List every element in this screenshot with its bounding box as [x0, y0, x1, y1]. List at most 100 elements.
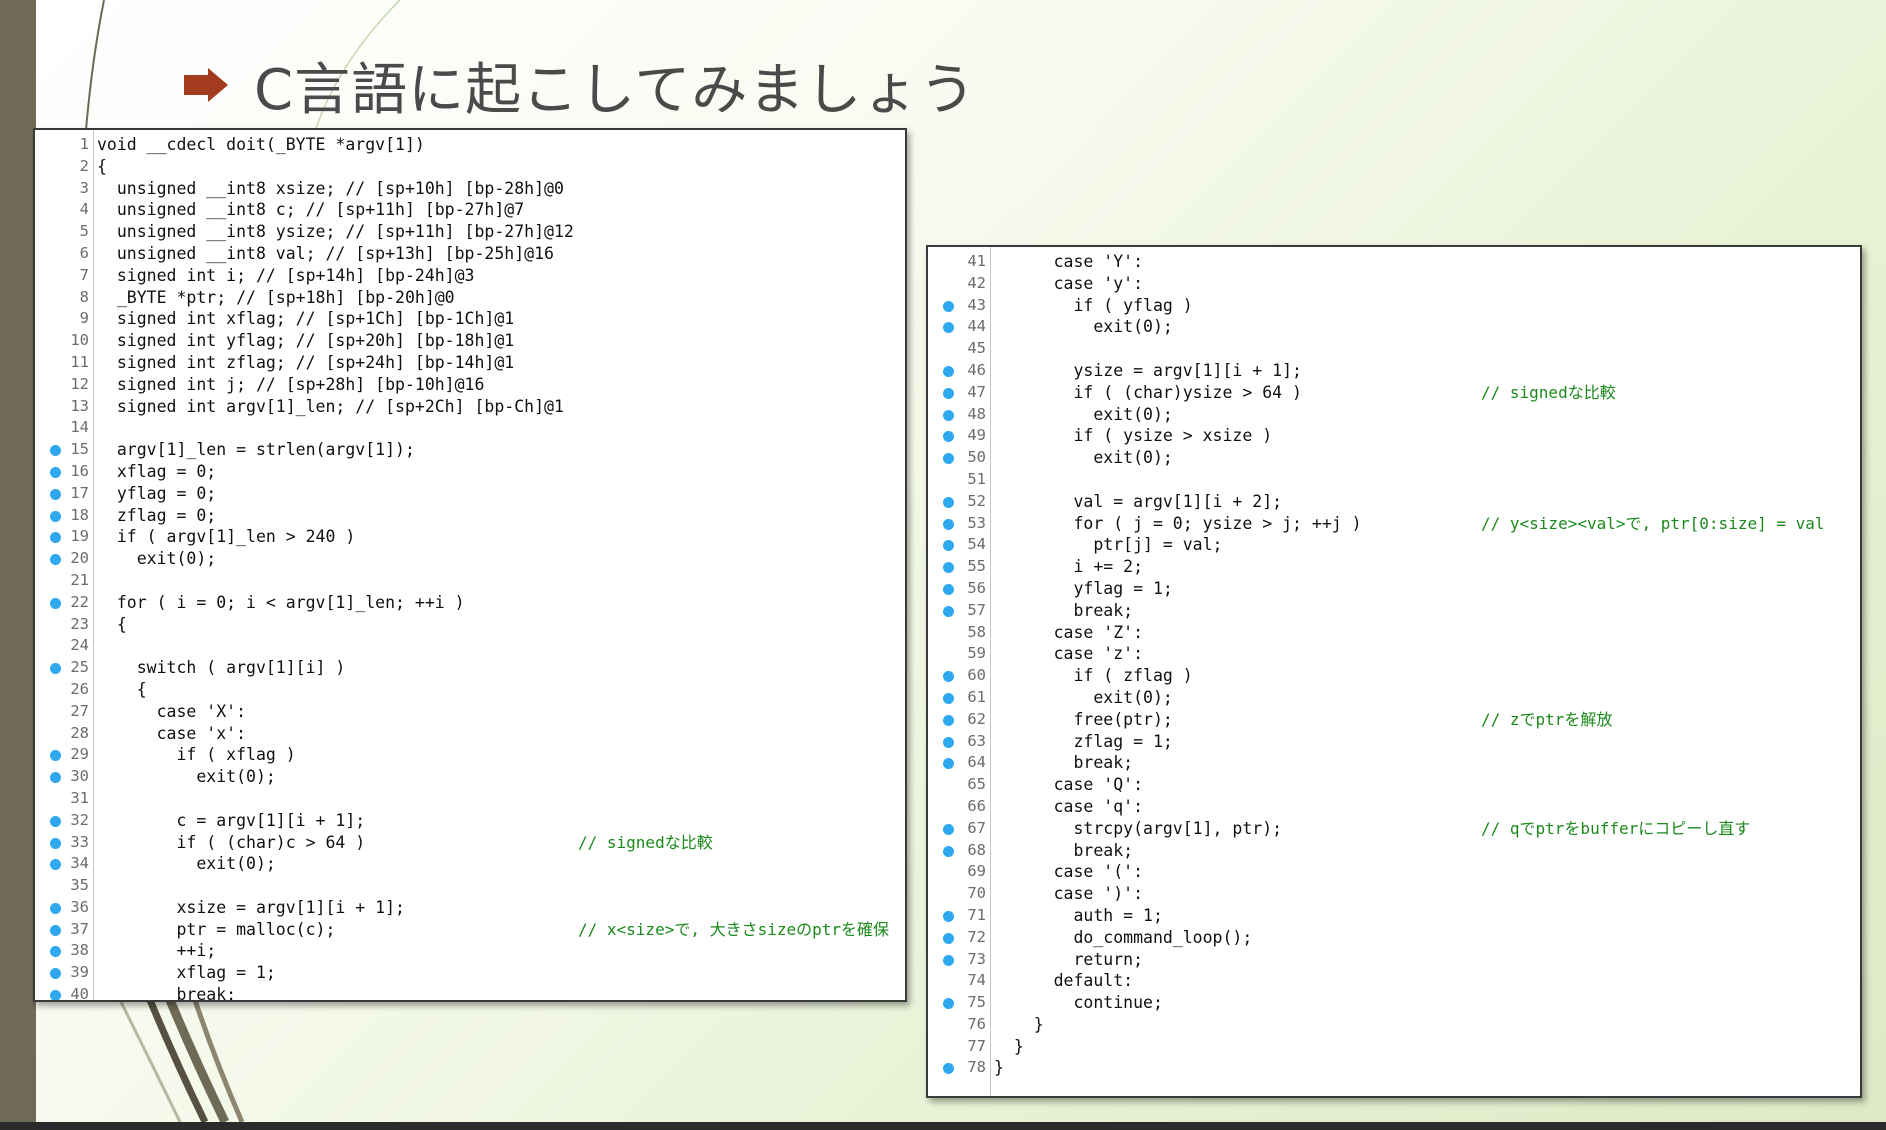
gutter-cell: 18	[35, 504, 94, 527]
breakpoint-dot-icon[interactable]	[943, 431, 954, 443]
breakpoint-dot-icon[interactable]	[943, 1063, 954, 1075]
line-number: 77	[967, 1036, 986, 1055]
gutter-cell: 11	[35, 351, 94, 374]
line-number: 12	[70, 374, 89, 393]
breakpoint-dot-icon[interactable]	[50, 772, 61, 784]
breakpoint-dot-icon[interactable]	[50, 597, 61, 609]
gutter-cell: 77	[928, 1035, 991, 1058]
breakpoint-dot-icon[interactable]	[943, 823, 954, 835]
breakpoint-dot-icon[interactable]	[50, 815, 61, 827]
breakpoint-dot-icon[interactable]	[50, 510, 61, 522]
breakpoint-dot-icon[interactable]	[50, 554, 61, 566]
gutter-cell: 37	[35, 918, 94, 941]
code-text: case 'y':	[994, 273, 1144, 293]
breakpoint-dot-icon[interactable]	[943, 409, 954, 421]
line-number: 21	[70, 570, 89, 589]
breakpoint-dot-icon[interactable]	[943, 736, 954, 748]
breakpoint-dot-icon[interactable]	[943, 300, 954, 312]
line-number: 75	[967, 993, 986, 1012]
line-number: 24	[70, 636, 89, 655]
breakpoint-dot-icon[interactable]	[50, 532, 61, 544]
line-number: 78	[967, 1058, 986, 1077]
code-text: do_command_loop();	[994, 927, 1253, 947]
code-text: case 'Z':	[994, 622, 1144, 642]
breakpoint-dot-icon[interactable]	[50, 990, 61, 1000]
breakpoint-dot-icon[interactable]	[50, 466, 61, 478]
code-comment: // qでptrをbufferにコピーし直す	[1481, 818, 1751, 838]
slide-title: C言語に起こしてみましょう	[184, 50, 976, 123]
code-text: break;	[994, 753, 1134, 773]
line-number: 20	[70, 549, 89, 568]
breakpoint-dot-icon[interactable]	[943, 605, 954, 617]
code-comment: // zでptrを解放	[1481, 709, 1613, 729]
line-number: 38	[70, 941, 89, 960]
gutter-cell: 9	[35, 308, 94, 331]
code-text: signed int argv[1]_len; // [sp+2Ch] [bp-…	[97, 396, 564, 416]
breakpoint-dot-icon[interactable]	[943, 692, 954, 704]
line-number: 34	[70, 854, 89, 873]
breakpoint-dot-icon[interactable]	[50, 837, 61, 849]
breakpoint-dot-icon[interactable]	[943, 910, 954, 922]
gutter-cell: 60	[928, 665, 991, 687]
code-text: unsigned __int8 val; // [sp+13h] [bp-25h…	[97, 243, 554, 263]
breakpoint-dot-icon[interactable]	[50, 902, 61, 914]
gutter-cell: 68	[928, 839, 991, 862]
breakpoint-dot-icon[interactable]	[50, 946, 61, 958]
gutter-cell: 2	[35, 155, 94, 178]
breakpoint-dot-icon[interactable]	[943, 714, 954, 726]
breakpoint-dot-icon[interactable]	[943, 583, 954, 595]
gutter-cell: 66	[928, 795, 991, 818]
breakpoint-dot-icon[interactable]	[943, 954, 954, 966]
code-line: 63 zflag = 1;	[928, 730, 1860, 753]
line-number: 19	[70, 527, 89, 546]
breakpoint-dot-icon[interactable]	[943, 453, 954, 465]
line-number: 30	[70, 767, 89, 786]
breakpoint-dot-icon[interactable]	[943, 562, 954, 574]
code-line: 15 argv[1]_len = strlen(argv[1]);	[35, 439, 905, 461]
breakpoint-dot-icon[interactable]	[50, 488, 61, 500]
breakpoint-dot-icon[interactable]	[943, 540, 954, 552]
breakpoint-dot-icon[interactable]	[943, 322, 954, 334]
breakpoint-dot-icon[interactable]	[943, 932, 954, 944]
code-line: 29 if ( xflag )	[35, 744, 905, 767]
code-line: 8 _BYTE *ptr; // [sp+18h] [bp-20h]@0	[35, 286, 905, 309]
breakpoint-dot-icon[interactable]	[943, 387, 954, 399]
breakpoint-dot-icon[interactable]	[943, 518, 954, 530]
breakpoint-dot-icon[interactable]	[943, 758, 954, 770]
code-text: exit(0);	[97, 854, 276, 874]
code-line: 45	[928, 338, 1860, 360]
code-text: case 'X':	[97, 701, 247, 721]
breakpoint-dot-icon[interactable]	[50, 663, 61, 675]
breakpoint-dot-icon[interactable]	[50, 859, 61, 871]
gutter-cell: 27	[35, 700, 94, 723]
line-number: 27	[70, 701, 89, 720]
code-text: case 'z':	[994, 644, 1144, 664]
code-line: 19 if ( argv[1]_len > 240 )	[35, 526, 905, 549]
gutter-cell: 35	[35, 875, 94, 897]
code-text: ptr[j] = val;	[994, 535, 1223, 555]
code-text: case 'Q':	[994, 775, 1144, 795]
line-number: 7	[79, 265, 89, 284]
gutter-cell: 12	[35, 373, 94, 396]
code-line: 32 c = argv[1][i + 1];	[35, 809, 905, 832]
breakpoint-dot-icon[interactable]	[943, 496, 954, 508]
code-line: 2{	[35, 155, 905, 178]
breakpoint-dot-icon[interactable]	[50, 924, 61, 936]
breakpoint-dot-icon[interactable]	[943, 671, 954, 683]
code-line: 33 if ( (char)c > 64 ) // signedな比較	[35, 831, 905, 854]
breakpoint-dot-icon[interactable]	[943, 845, 954, 857]
code-text: unsigned __int8 xsize; // [sp+10h] [bp-2…	[97, 178, 564, 198]
code-text: ptr = malloc(c);	[97, 919, 336, 939]
breakpoint-dot-icon[interactable]	[50, 445, 61, 457]
gutter-cell: 67	[928, 817, 991, 840]
code-line: 11 signed int zflag; // [sp+24h] [bp-14h…	[35, 351, 905, 374]
line-number: 6	[79, 243, 89, 262]
gutter-cell: 23	[35, 613, 94, 636]
code-text: case ')':	[994, 884, 1144, 904]
code-line: 60 if ( zflag )	[928, 665, 1860, 687]
breakpoint-dot-icon[interactable]	[50, 968, 61, 980]
gutter-cell: 41	[928, 251, 991, 273]
breakpoint-dot-icon[interactable]	[50, 750, 61, 762]
breakpoint-dot-icon[interactable]	[943, 365, 954, 377]
breakpoint-dot-icon[interactable]	[943, 998, 954, 1010]
